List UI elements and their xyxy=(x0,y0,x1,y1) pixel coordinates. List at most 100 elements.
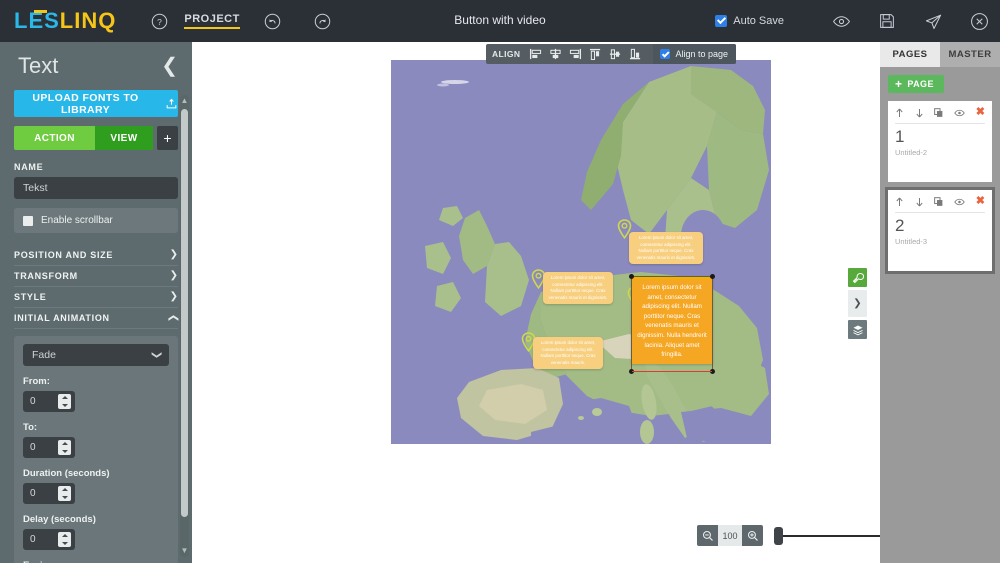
align-to-page-toggle[interactable]: Align to page xyxy=(653,44,736,64)
page-card-toolbar: ✖ xyxy=(895,107,985,124)
enable-scrollbar-label: Enable scrollbar xyxy=(41,215,113,226)
app-logo[interactable]: LESLINQ xyxy=(14,10,116,32)
zoom-in-icon xyxy=(747,530,758,541)
autosave-toggle[interactable]: Auto Save xyxy=(715,15,784,27)
align-bottom-icon[interactable] xyxy=(627,47,644,62)
page-number: 2 xyxy=(895,216,905,235)
layers-button[interactable] xyxy=(848,320,867,339)
eye-icon[interactable] xyxy=(954,198,965,206)
autosave-label: Auto Save xyxy=(733,15,784,27)
tools-button[interactable] xyxy=(848,268,867,287)
close-circle-icon[interactable] xyxy=(964,6,994,36)
upload-fonts-label: UPLOAD FONTS TO LIBRARY xyxy=(32,91,139,116)
stepper-arrows[interactable] xyxy=(58,440,71,455)
expand-panel-button[interactable]: ❯ xyxy=(848,290,867,317)
align-to-page-label: Align to page xyxy=(675,49,728,59)
align-left-icon[interactable] xyxy=(527,47,544,62)
zoom-in-button[interactable] xyxy=(742,525,763,546)
duplicate-icon[interactable] xyxy=(934,107,943,118)
view-tab-button[interactable]: VIEW xyxy=(95,126,153,150)
floppy-disk-icon[interactable] xyxy=(872,6,902,36)
from-label: From: xyxy=(23,376,50,387)
align-middle-vertical-icon[interactable] xyxy=(607,47,624,62)
scroll-down-arrow[interactable]: ▼ xyxy=(180,545,189,557)
logo-linq: LINQ xyxy=(59,8,117,33)
map-tooltip-south[interactable]: Lorem ipsum dolor sit amet, consectetur … xyxy=(533,337,603,370)
delete-icon[interactable]: ✖ xyxy=(976,196,985,207)
delay-input[interactable] xyxy=(23,534,53,545)
to-stepper[interactable] xyxy=(23,437,75,458)
zoom-slider-knob[interactable] xyxy=(774,527,783,545)
sidebar-section-initial-animation[interactable]: INITIAL ANIMATION ❯ xyxy=(14,308,179,329)
animation-type-select[interactable]: Fade ❯ xyxy=(23,344,169,366)
sidebar-section-position-and-size[interactable]: POSITION AND SIZE ❯ xyxy=(14,245,178,266)
zoom-out-button[interactable] xyxy=(697,525,718,546)
to-label: To: xyxy=(23,422,38,433)
align-center-horizontal-icon[interactable] xyxy=(547,47,564,62)
delete-icon[interactable]: ✖ xyxy=(976,107,985,118)
add-item-button[interactable]: + xyxy=(157,126,178,150)
duplicate-icon[interactable] xyxy=(934,196,943,207)
duration-stepper[interactable] xyxy=(23,483,75,504)
delay-stepper[interactable] xyxy=(23,529,75,550)
map-canvas[interactable]: Lorem ipsum dolor sit amet, consectetur … xyxy=(391,60,771,444)
from-input[interactable] xyxy=(23,396,53,407)
stepper-arrows[interactable] xyxy=(58,532,71,547)
scroll-up-arrow[interactable]: ▲ xyxy=(180,95,189,107)
duration-input[interactable] xyxy=(23,488,53,499)
canvas-area[interactable]: ALIGN Align to page Lorem ipsum dolor si… xyxy=(192,42,880,563)
align-to-page-checkbox[interactable] xyxy=(660,49,671,59)
page-card-1[interactable]: ✖ 1 Untitled-2 xyxy=(888,101,992,182)
sidebar-scrollbar[interactable]: ▲ ▼ xyxy=(180,95,189,557)
map-tooltip-north[interactable]: Lorem ipsum dolor sit amet, consectetur … xyxy=(629,232,703,265)
action-tab-button[interactable]: ACTION xyxy=(14,126,95,150)
add-page-button[interactable]: + PAGE xyxy=(888,75,944,93)
pages-panel-body: + PAGE ✖ 1 Untitled-2 ✖ 2 Untitled-3 xyxy=(880,67,1000,279)
tab-master[interactable]: MASTER xyxy=(940,42,1000,67)
from-stepper[interactable] xyxy=(23,391,75,412)
enable-scrollbar-checkbox[interactable] xyxy=(23,215,33,226)
move-down-icon[interactable] xyxy=(915,197,924,207)
selected-text-content[interactable]: Lorem ipsum dolor sit amet, consectetur … xyxy=(631,276,713,364)
section-label: POSITION AND SIZE xyxy=(14,250,114,260)
selected-text-element[interactable]: Lorem ipsum dolor sit amet, consectetur … xyxy=(629,274,715,374)
autosave-checkbox[interactable] xyxy=(715,15,728,27)
name-input[interactable] xyxy=(14,177,178,199)
sidebar-section-style[interactable]: STYLE ❯ xyxy=(14,287,178,308)
zoom-controls: 100 xyxy=(697,525,763,546)
stepper-arrows[interactable] xyxy=(58,394,71,409)
duration-label: Duration (seconds) xyxy=(23,468,110,479)
move-down-icon[interactable] xyxy=(915,108,924,118)
to-input[interactable] xyxy=(23,442,53,453)
svg-text:?: ? xyxy=(157,16,162,26)
zoom-value[interactable]: 100 xyxy=(718,525,742,546)
move-up-icon[interactable] xyxy=(895,197,904,207)
initial-animation-panel: Fade ❯ From: To: Duration (seconds) xyxy=(14,336,178,563)
eye-icon[interactable] xyxy=(954,109,965,117)
help-icon[interactable]: ? xyxy=(144,6,174,36)
eye-icon[interactable] xyxy=(826,6,856,36)
enable-scrollbar-row[interactable]: Enable scrollbar xyxy=(14,208,178,233)
tab-pages[interactable]: PAGES xyxy=(880,42,940,67)
section-label: STYLE xyxy=(14,292,47,302)
project-link[interactable]: PROJECT xyxy=(184,13,240,29)
scrollbar-thumb[interactable] xyxy=(181,109,188,517)
sidebar-section-transform[interactable]: TRANSFORM ❯ xyxy=(14,266,178,287)
move-up-icon[interactable] xyxy=(895,108,904,118)
map-tooltip-west[interactable]: Lorem ipsum dolor sit amet, consectetur … xyxy=(543,272,613,305)
sidebar-title: Text xyxy=(18,53,59,78)
undo-icon[interactable] xyxy=(258,6,288,36)
redo-icon[interactable] xyxy=(308,6,338,36)
paper-plane-icon[interactable] xyxy=(918,6,948,36)
zoom-slider[interactable] xyxy=(774,527,880,545)
add-page-label: PAGE xyxy=(907,79,934,89)
delay-label: Delay (seconds) xyxy=(23,514,96,525)
upload-fonts-button[interactable]: UPLOAD FONTS TO LIBRARY xyxy=(14,90,178,117)
chevron-down-icon: ❯ xyxy=(169,249,178,260)
align-top-icon[interactable] xyxy=(587,47,604,62)
chevron-left-icon[interactable]: ❮ xyxy=(161,56,178,76)
stepper-arrows[interactable] xyxy=(58,486,71,501)
page-card-2[interactable]: ✖ 2 Untitled-3 xyxy=(885,187,995,274)
align-right-icon[interactable] xyxy=(567,47,584,62)
europe-satellite-map xyxy=(391,60,771,444)
